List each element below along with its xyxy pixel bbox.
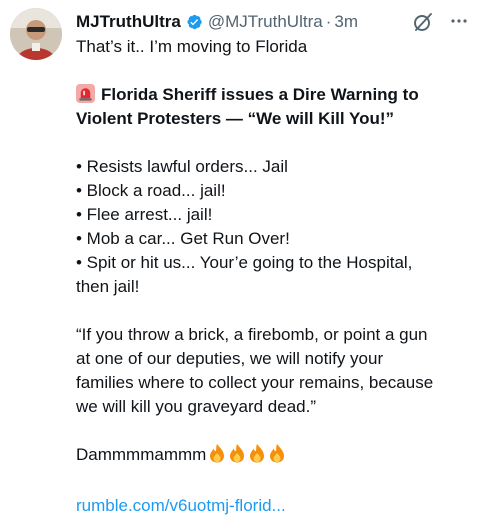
outro-text: Dammmmammm [76,445,207,464]
fire-emoji [230,444,245,463]
tweet[interactable]: MJTruthUltra @MJTruthUltra · 3m That’s i… [0,0,481,515]
bullet-item: • Resists lawful orders... Jail [76,157,288,176]
bullet-item-continuation: then jail! [76,277,140,296]
verified-badge-icon[interactable] [185,13,203,31]
headline-text-1: Florida Sheriff issues a Dire Warning to [101,85,419,104]
tweet-link[interactable]: rumble.com/v6uotmj-florid... [76,494,476,518]
quote-line: “If you throw a brick, a firebomb, or po… [76,325,428,344]
fire-emojis [206,443,286,470]
fire-emoji [210,444,225,463]
separator-dot: · [325,12,332,31]
quote-line: we will kill you graveyard dead.” [76,397,316,416]
bullet-item: • Mob a car... Get Run Over! [76,229,290,248]
fire-emoji [270,444,285,463]
more-options-icon[interactable] [446,10,472,32]
quote-line: at one of our deputies, we will notify y… [76,349,384,368]
quote-line: families where to collect your remains, … [76,373,434,392]
tweet-text: That’s it.. I’m moving to Florida Florid… [76,35,476,518]
bullet-item: • Flee arrest... jail! [76,205,213,224]
avatar-image [10,8,62,60]
author-handle[interactable]: @MJTruthUltra [208,11,323,33]
outro-line: Dammmmammm [76,443,476,470]
siren-emoji [76,84,95,103]
timestamp[interactable]: 3m [334,11,358,33]
author-name[interactable]: MJTruthUltra [76,11,181,33]
bullet-item: • Spit or hit us... Your’e going to the … [76,253,413,272]
grok-icon[interactable] [412,11,434,33]
headline-line-1: Florida Sheriff issues a Dire Warning to [76,83,476,107]
fire-emoji [250,444,265,463]
bullet-item: • Block a road... jail! [76,181,226,200]
avatar[interactable] [10,8,62,60]
tweet-intro: That’s it.. I’m moving to Florida [76,37,308,56]
headline-line-2: Violent Protesters — “We will Kill You!” [76,109,395,128]
